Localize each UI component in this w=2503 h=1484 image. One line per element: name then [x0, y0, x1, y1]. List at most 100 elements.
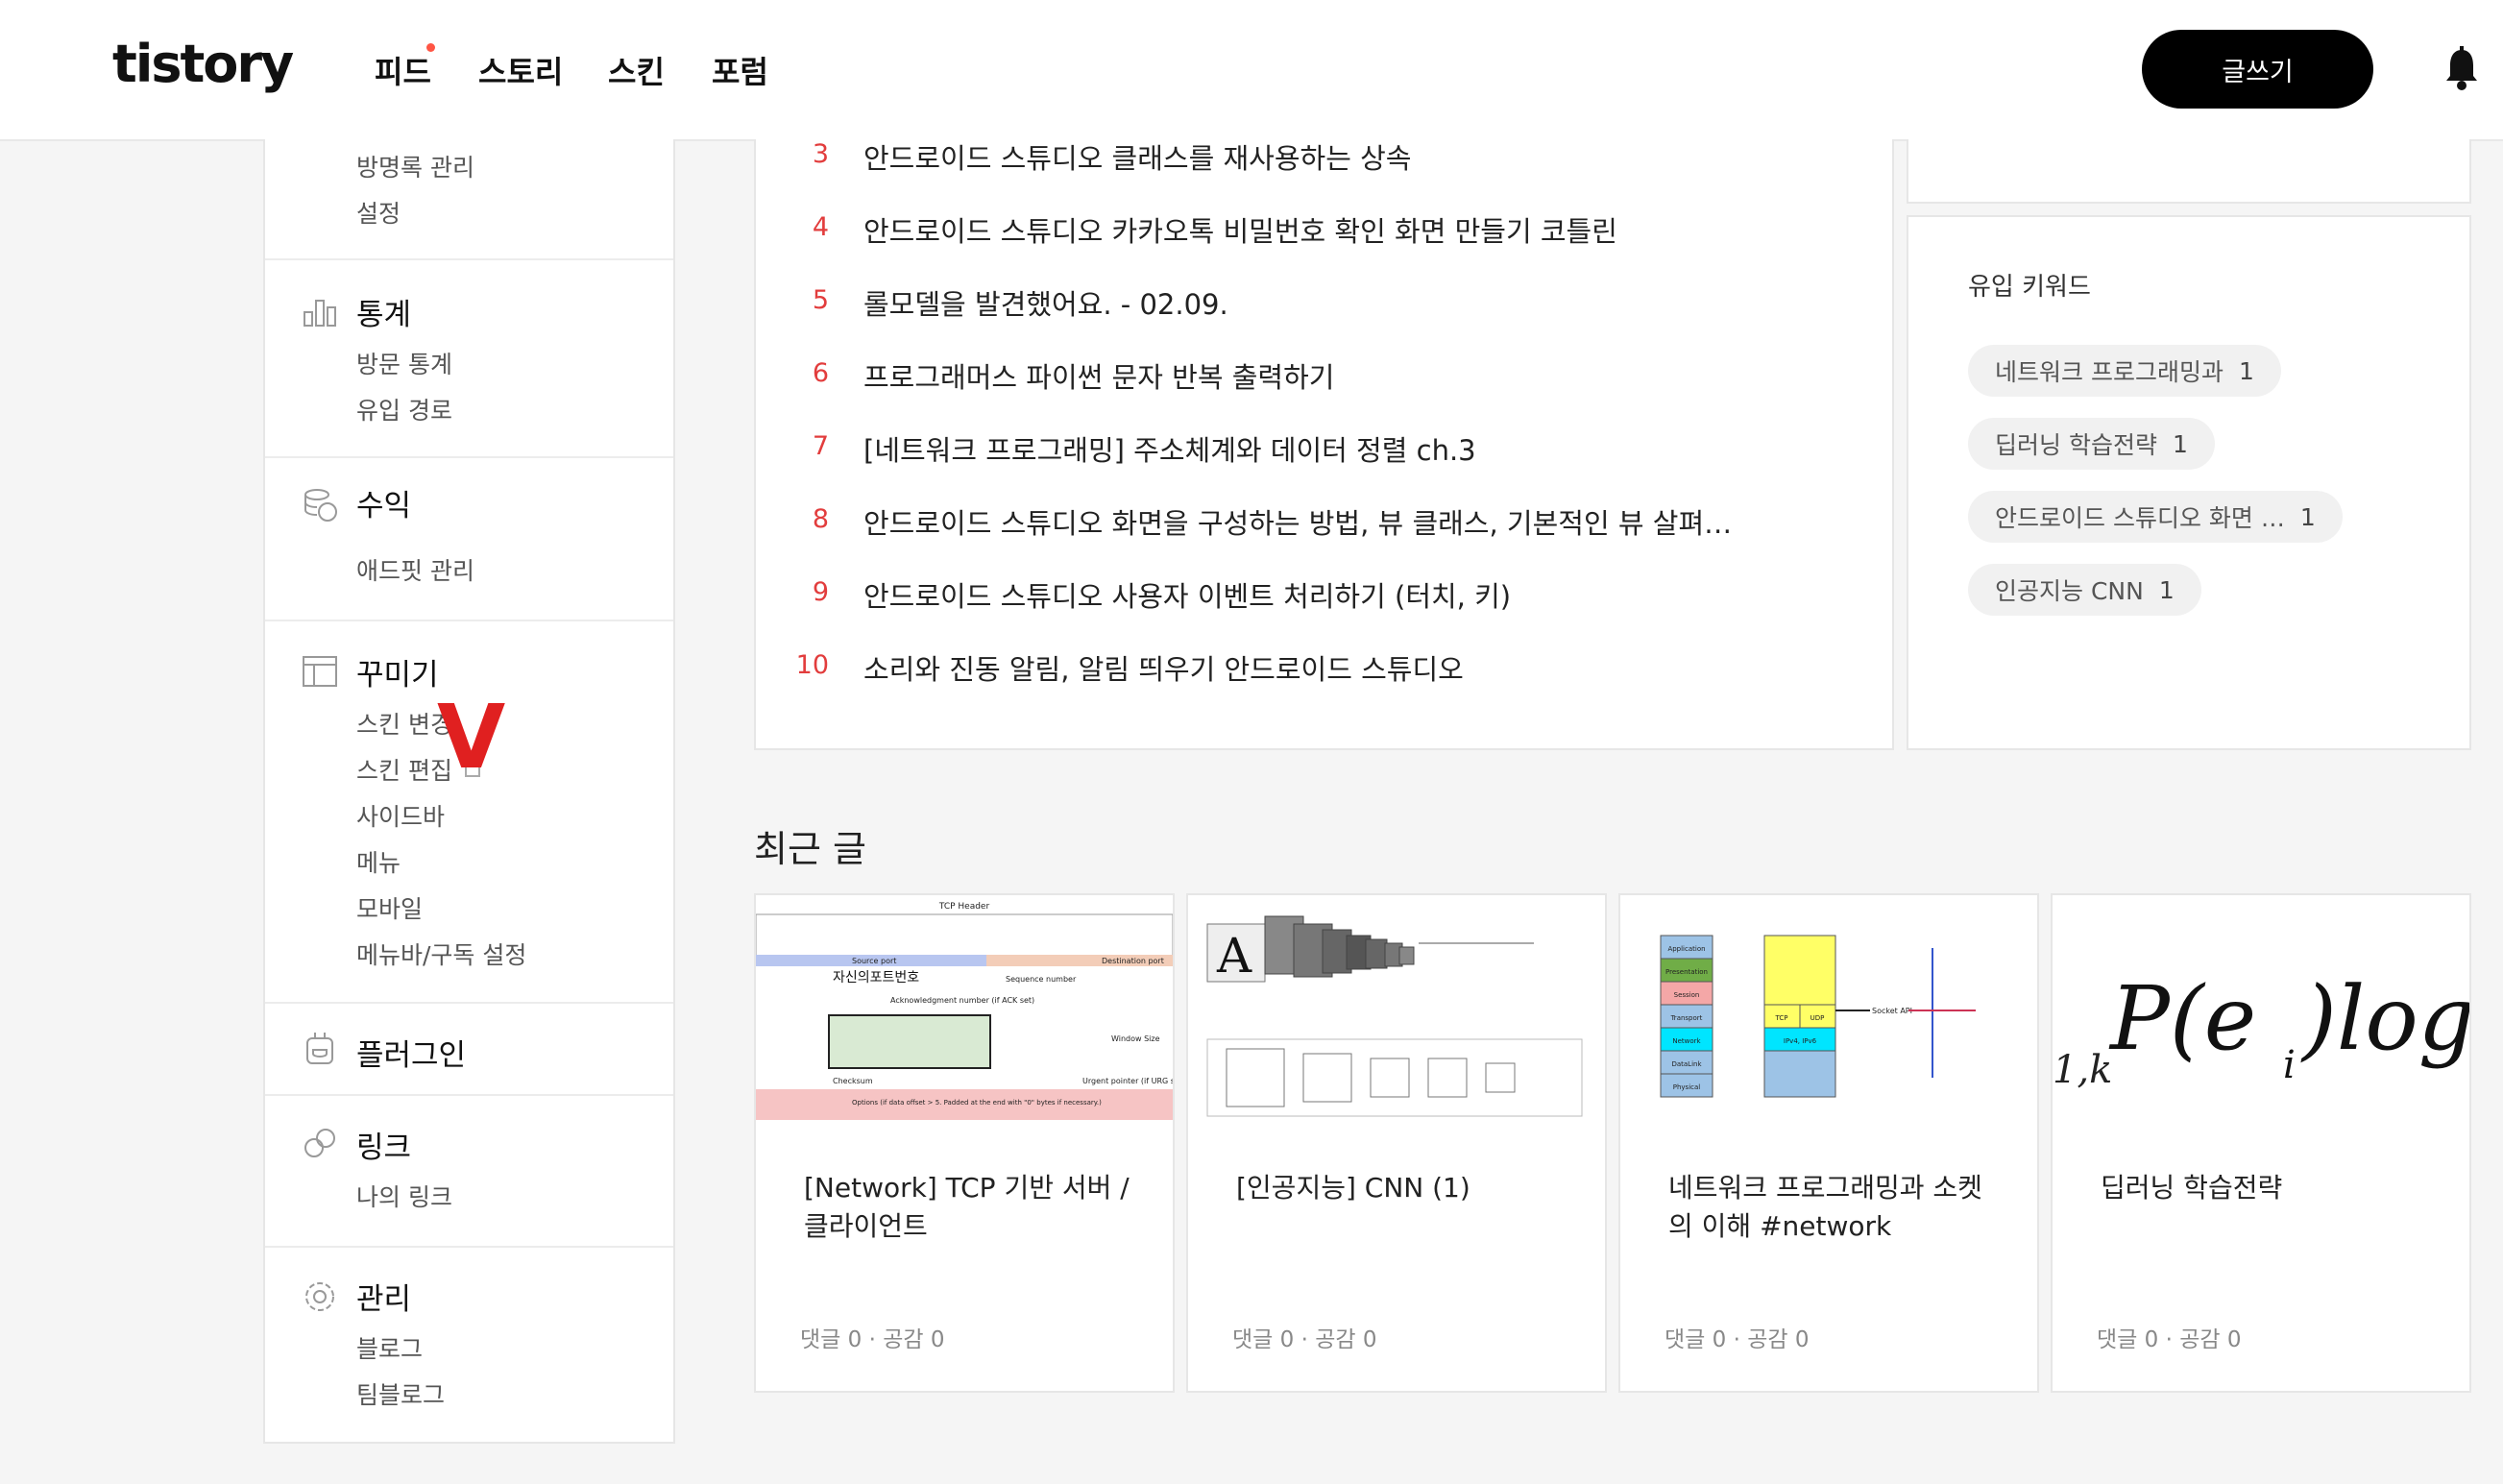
nav-forum[interactable]: 포럼 — [712, 48, 768, 92]
thumb-source-port: Source port — [852, 957, 896, 965]
tistory-logo[interactable]: tistory — [112, 34, 294, 94]
keyword-count: 1 — [2158, 575, 2175, 604]
sidebar-item-settings[interactable]: 설정 — [356, 195, 401, 230]
post-thumbnail: TCP Header Source port Destination port … — [756, 895, 1173, 1139]
rank-number: 8 — [812, 504, 829, 534]
keyword-chip[interactable]: 딥러닝 학습전략 1 — [1968, 418, 2215, 470]
keyword-chip[interactable]: 인공지능 CNN 1 — [1968, 564, 2201, 616]
coins-icon — [304, 489, 337, 522]
admin-sidebar: 방명록 관리 설정 통계 방문 통계 유입 경로 수익 애드핏 관리 꾸미기 스… — [263, 139, 675, 1444]
keyword-count: 1 — [2172, 429, 2188, 458]
thumb-session: Session — [1674, 991, 1700, 999]
sidebar-section-stats[interactable]: 통계 — [356, 290, 411, 333]
sidebar-item-blog[interactable]: 블로그 — [356, 1330, 423, 1365]
post-title[interactable]: 안드로이드 스튜디오 카카오톡 비밀번호 확인 화면 만들기 코틀린 — [863, 209, 1617, 250]
sidebar-item-guestbook[interactable]: 방명록 관리 — [356, 149, 474, 183]
rank-number: 5 — [812, 285, 829, 315]
nav-skin[interactable]: 스킨 — [608, 48, 665, 92]
sidebar-item-mobile[interactable]: 모바일 — [356, 890, 423, 925]
thumb-udp: UDP — [1810, 1014, 1825, 1022]
thumb-ack: Acknowledgment number (if ACK set) — [890, 996, 1034, 1005]
thumb-presentation: Presentation — [1665, 968, 1708, 976]
recent-post-card[interactable]: A [인공지능] CNN (1) 댓글 0 · 공감 0 — [1186, 893, 1607, 1393]
nav-story[interactable]: 스토리 — [478, 48, 563, 92]
post-thumbnail: A — [1188, 895, 1605, 1139]
bell-icon[interactable] — [2443, 46, 2480, 92]
thumb-network: Network — [1672, 1037, 1701, 1045]
sidebar-item-adfit[interactable]: 애드핏 관리 — [356, 552, 474, 587]
rank-number: 10 — [795, 650, 829, 680]
divider — [265, 620, 673, 621]
thumb-socket: Socket API — [1872, 1007, 1912, 1015]
thumb-seq: Sequence number — [1006, 975, 1077, 984]
post-title[interactable]: 프로그래머스 파이썬 문자 반복 출력하기 — [863, 355, 1334, 396]
thumb-datalink: DataLink — [1671, 1060, 1702, 1068]
recent-post-card[interactable]: Application Presentation Session Transpo… — [1618, 893, 2039, 1393]
thumb-formula-p: P(e — [2108, 967, 2256, 1070]
thumb-options: Options (if data offset > 5. Padded at t… — [852, 1099, 1102, 1107]
keyword-chip[interactable]: 안드로이드 스튜디오 화면 … 1 — [1968, 491, 2343, 543]
thumb-formula-sub: i — [2283, 1043, 2296, 1087]
top-header: tistory 피드 스토리 스킨 포럼 글쓰기 — [0, 0, 2503, 141]
gear-icon — [305, 1282, 334, 1311]
divider — [265, 1002, 673, 1004]
sidebar-item-menubar-subscribe[interactable]: 메뉴바/구독 설정 — [356, 937, 526, 971]
sidebar-item-sidebar[interactable]: 사이드바 — [356, 798, 445, 833]
thumb-urgent: Urgent pointer (if URG set) — [1082, 1077, 1173, 1085]
thumb-subscript: 1,k — [2053, 1048, 2112, 1092]
new-dot-indicator — [426, 43, 435, 52]
sidebar-section-manage[interactable]: 관리 — [356, 1275, 411, 1318]
layout-icon — [303, 656, 337, 687]
keyword-count: 1 — [2238, 356, 2254, 385]
plug-icon — [306, 1033, 333, 1064]
write-button[interactable]: 글쓰기 — [2142, 30, 2373, 109]
sidebar-item-menu[interactable]: 메뉴 — [356, 844, 401, 879]
recent-post-card[interactable]: TCP Header Source port Destination port … — [754, 893, 1175, 1393]
post-title[interactable]: [Network] TCP 기반 서버 / 클라이언트 — [804, 1169, 1130, 1246]
sidebar-section-plugin[interactable]: 플러그인 — [356, 1031, 466, 1074]
thumb-ip: IPv4, IPv6 — [1784, 1037, 1817, 1045]
bar-chart-icon — [304, 300, 336, 327]
thumb-application: Application — [1667, 945, 1705, 953]
sidebar-item-referrer[interactable]: 유입 경로 — [356, 392, 452, 426]
sidebar-section-decorate[interactable]: 꾸미기 — [356, 650, 439, 693]
thumb-physical: Physical — [1673, 1083, 1701, 1091]
post-meta: 댓글 0 · 공감 0 — [1665, 1327, 1810, 1352]
post-title[interactable]: 안드로이드 스튜디오 클래스를 재사용하는 상속 — [863, 136, 1411, 177]
sidebar-section-revenue[interactable]: 수익 — [356, 481, 411, 524]
post-thumbnail: 1,k P(e i )logI — [2053, 895, 2469, 1139]
sidebar-item-team-blog[interactable]: 팀블로그 — [356, 1376, 445, 1411]
post-title[interactable]: 네트워크 프로그래밍과 소켓의 이해 #network — [1668, 1169, 1995, 1246]
link-icon — [304, 1129, 335, 1157]
nav-feed[interactable]: 피드 — [375, 48, 431, 92]
post-meta: 댓글 0 · 공감 0 — [800, 1327, 945, 1352]
post-title[interactable]: 안드로이드 스튜디오 화면을 구성하는 방법, 뷰 클래스, 기본적인 뷰 살펴… — [863, 501, 1732, 542]
sidebar-item-visit-stats[interactable]: 방문 통계 — [356, 346, 452, 380]
keyword-label: 안드로이드 스튜디오 화면 … — [1995, 504, 2285, 532]
rank-number: 6 — [812, 358, 829, 388]
stats-card-fragment — [1907, 139, 2471, 204]
sidebar-item-my-links[interactable]: 나의 링크 — [356, 1179, 452, 1213]
post-title[interactable]: 소리와 진동 알림, 알림 띄우기 안드로이드 스튜디오 — [863, 647, 1464, 688]
keyword-chip[interactable]: 네트워크 프로그래밍과 1 — [1968, 345, 2281, 397]
thumb-dest-port: Destination port — [1102, 957, 1164, 965]
thumb-korean-label: 자신의포트번호 — [833, 970, 919, 985]
rank-number: 9 — [812, 577, 829, 607]
rank-number: 4 — [812, 212, 829, 242]
post-title[interactable]: [인공지능] CNN (1) — [1236, 1169, 1563, 1207]
recent-posts-title: 최근 글 — [754, 828, 866, 870]
keyword-count: 1 — [2299, 502, 2316, 531]
thumb-formula-log: )logI — [2300, 967, 2469, 1070]
keywords-title: 유입 키워드 — [1968, 273, 2091, 302]
post-title[interactable]: 딥러닝 학습전략 — [2101, 1169, 2427, 1207]
post-meta: 댓글 0 · 공감 0 — [2097, 1327, 2242, 1352]
rank-number: 3 — [812, 139, 829, 169]
post-title[interactable]: [네트워크 프로그래밍] 주소체계와 데이터 정렬 ch.3 — [863, 428, 1476, 469]
post-title[interactable]: 안드로이드 스튜디오 사용자 이벤트 처리하기 (터치, 키) — [863, 574, 1511, 615]
post-title[interactable]: 롤모델을 발견했어요. - 02.09. — [863, 282, 1228, 323]
thumb-tcp: TCP — [1775, 1014, 1788, 1022]
recent-post-card[interactable]: 1,k P(e i )logI 딥러닝 학습전략 댓글 0 · 공감 0 — [2051, 893, 2471, 1393]
inflow-keywords-card: 유입 키워드 네트워크 프로그래밍과 1 딥러닝 학습전략 1 안드로이드 스튜… — [1907, 215, 2471, 750]
sidebar-section-link[interactable]: 링크 — [356, 1123, 411, 1166]
keyword-label: 인공지능 CNN — [1995, 577, 2144, 605]
